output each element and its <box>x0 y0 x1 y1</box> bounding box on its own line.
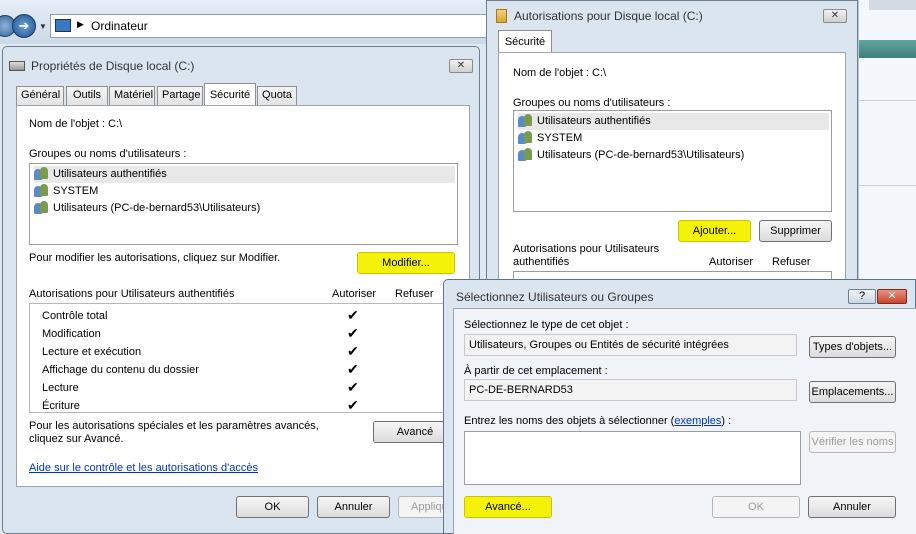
permissions-header: Autorisations pour Utilisateurs authenti… <box>29 288 235 300</box>
tab-quota[interactable]: Quota <box>257 86 297 105</box>
groups-list[interactable]: Utilisateurs authentifiés SYSTEM Utilisa… <box>513 110 832 212</box>
check-names-button[interactable]: Vérifier les noms <box>809 431 896 453</box>
modify-hint: Pour modifier les autorisations, cliquez… <box>29 252 281 264</box>
allow-column-header: Autoriser <box>332 288 377 300</box>
object-name-value: C:\ <box>592 67 607 79</box>
computer-icon <box>55 19 71 32</box>
list-item-users[interactable]: Utilisateurs (PC-de-bernard53\Utilisateu… <box>34 200 260 217</box>
security-panel: Nom de l'objet : C:\ Groupes ou noms d'u… <box>16 105 470 487</box>
users-group-icon <box>518 148 534 162</box>
breadcrumb-arrow-icon: ▶ <box>77 19 84 29</box>
special-permissions-text: Pour les autorisations spéciales et les … <box>29 420 319 445</box>
object-types-button[interactable]: Types d'objets... <box>809 336 896 358</box>
list-item-system[interactable]: SYSTEM <box>34 183 98 200</box>
allow-checkmark: ✔ <box>347 307 359 323</box>
list-item-users[interactable]: Utilisateurs (PC-de-bernard53\Utilisateu… <box>518 147 744 164</box>
tab-general[interactable]: Général <box>16 86 64 105</box>
permission-row: Lecture et exécution <box>42 346 142 358</box>
list-item-authenticated-users[interactable]: Utilisateurs authentifiés <box>518 113 829 130</box>
list-item-label: SYSTEM <box>537 132 583 144</box>
history-dropdown-icon[interactable]: ▼ <box>39 22 47 31</box>
forward-button[interactable]: ➔ <box>12 14 36 38</box>
permission-row: Affichage du contenu du dossier <box>42 364 199 376</box>
tab-tools[interactable]: Outils <box>66 86 108 105</box>
ok-button[interactable]: OK <box>712 496 800 518</box>
tab-security[interactable]: Sécurité <box>204 83 256 105</box>
toolbar-strip <box>859 40 916 58</box>
pane-divider-2 <box>859 185 916 186</box>
tab-strip: Général Outils Matériel Partage Sécurité… <box>16 83 456 106</box>
list-item-system[interactable]: SYSTEM <box>518 130 582 147</box>
help-button[interactable]: ? <box>848 289 876 304</box>
permission-row: Écriture <box>42 400 80 412</box>
users-group-icon <box>34 184 50 198</box>
remove-button[interactable]: Supprimer <box>759 220 832 242</box>
allow-checkmark: ✔ <box>347 361 359 377</box>
users-group-icon <box>518 114 534 128</box>
permissions-header-line2: authentifiés <box>513 256 570 268</box>
folder-icon <box>496 9 507 23</box>
list-item-label: Utilisateurs (PC-de-bernard53\Utilisateu… <box>537 149 745 161</box>
help-link[interactable]: Aide sur le contrôle et les autorisation… <box>29 462 258 474</box>
auth-security-panel: Nom de l'objet : C:\ Groupes ou noms d'u… <box>498 52 846 297</box>
permission-row: Contrôle total <box>42 310 108 322</box>
list-item-label: Utilisateurs authentifiés <box>53 168 167 180</box>
groups-list[interactable]: Utilisateurs authentifiés SYSTEM Utilisa… <box>29 163 458 245</box>
object-type-label: Sélectionnez le type de cet objet : <box>464 319 629 331</box>
window-controls <box>869 0 916 10</box>
tab-hardware[interactable]: Matériel <box>109 86 155 105</box>
add-button[interactable]: Ajouter... <box>678 220 751 242</box>
allow-checkmark: ✔ <box>347 397 359 413</box>
tab-security[interactable]: Sécurité <box>498 30 552 52</box>
object-name-label: Nom de l'objet : <box>513 67 590 79</box>
users-group-icon <box>518 131 534 145</box>
address-bar[interactable]: ▶ Ordinateur <box>50 14 490 38</box>
object-names-label: Entrez les noms des objets à sélectionne… <box>464 415 732 427</box>
list-item-label: Utilisateurs (PC-de-bernard53\Utilisateu… <box>53 202 261 214</box>
location-field: PC-DE-BERNARD53 <box>464 379 797 401</box>
groups-label: Groupes ou noms d'utilisateurs : <box>513 97 671 109</box>
authorizations-title: Autorisations pour Disque local (C:) <box>514 9 703 23</box>
close-button[interactable]: ✕ <box>823 9 847 23</box>
location-label: À partir de cet emplacement : <box>464 365 608 377</box>
object-name-value: C:\ <box>108 118 123 130</box>
groups-label: Groupes ou noms d'utilisateurs : <box>29 148 187 160</box>
permissions-list[interactable]: Contrôle total ✔ Modification ✔ Lecture … <box>29 303 446 413</box>
modify-button[interactable]: Modifier... <box>357 252 455 274</box>
allow-column-header: Autoriser <box>709 256 754 268</box>
pane-divider <box>859 100 916 101</box>
breadcrumb: Ordinateur <box>91 19 148 33</box>
tab-strip: Sécurité <box>498 30 558 53</box>
close-button[interactable]: ✕ <box>449 59 473 73</box>
ok-button[interactable]: OK <box>236 496 309 518</box>
drive-icon <box>9 61 25 71</box>
deny-column-header: Refuser <box>772 256 811 268</box>
tab-sharing[interactable]: Partage <box>157 86 203 105</box>
users-group-icon <box>34 167 50 181</box>
properties-title: Propriétés de Disque local (C:) <box>31 59 195 73</box>
permission-row: Lecture <box>42 382 79 394</box>
deny-column-header: Refuser <box>395 288 434 300</box>
list-item-label: SYSTEM <box>53 185 99 197</box>
list-item-label: Utilisateurs authentifiés <box>537 115 651 127</box>
cancel-button[interactable]: Annuler <box>317 496 390 518</box>
close-button[interactable]: ✕ <box>877 289 907 304</box>
object-name-label: Nom de l'objet : <box>29 118 106 130</box>
allow-checkmark: ✔ <box>347 379 359 395</box>
examples-link[interactable]: exemples <box>674 415 721 427</box>
select-users-title: Sélectionnez Utilisateurs ou Groupes <box>456 290 654 304</box>
permission-row: Modification <box>42 328 101 340</box>
users-group-icon <box>34 201 50 215</box>
apply-button[interactable]: Appliqu <box>398 496 448 518</box>
locations-button[interactable]: Emplacements... <box>809 381 896 403</box>
permissions-header: Autorisations pour Utilisateurs <box>513 243 660 255</box>
object-type-field: Utilisateurs, Groupes ou Entités de sécu… <box>464 334 797 356</box>
allow-checkmark: ✔ <box>347 343 359 359</box>
allow-checkmark: ✔ <box>347 325 359 341</box>
advanced-button[interactable]: Avancé... <box>464 496 552 518</box>
cancel-button[interactable]: Annuler <box>808 496 896 518</box>
select-users-panel: Sélectionnez le type de cet objet : Util… <box>453 308 916 534</box>
object-names-input[interactable] <box>464 431 801 485</box>
list-item-authenticated-users[interactable]: Utilisateurs authentifiés <box>34 166 455 183</box>
